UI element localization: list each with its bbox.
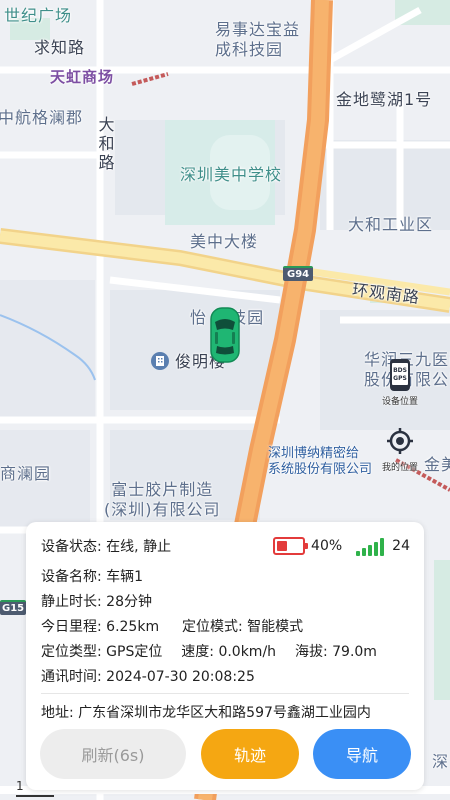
map-label-tianhong: 天虹商场 [50, 68, 115, 86]
address-label: 地址: [41, 705, 74, 721]
map-label-bona: 深圳博纳精密给 系统股份有限公司 [268, 446, 373, 478]
address-row: 地址: 广东省深圳市龙华区大和路597号鑫湖工业园内 [41, 704, 371, 722]
device-location-label: 设备位置 [381, 397, 418, 407]
signal-icon [356, 536, 386, 556]
device-name-row: 设备名称: 车辆1 [41, 568, 143, 586]
still-duration-row: 静止时长: 28分钟 [41, 593, 152, 611]
panel-divider [41, 693, 409, 694]
mileage-label: 今日里程: [41, 619, 102, 635]
altitude-value: 79.0m [332, 644, 377, 660]
device-gps-icon: BDS GPS [383, 358, 417, 392]
map-label-yishida: 易事达宝益 成科技园 [215, 20, 301, 59]
device-name-label: 设备名称: [41, 569, 102, 585]
map-label-fushi: 富士胶片制造 (深圳)有限公司 [104, 480, 221, 519]
comm-time-row: 通讯时间: 2024-07-30 20:08:25 [41, 668, 255, 686]
still-duration-value: 28分钟 [106, 594, 152, 610]
g94-shield: G94 [283, 266, 314, 281]
device-status-label: 设备状态: [41, 539, 102, 555]
location-type-label: 定位类型: [41, 644, 102, 660]
navigation-button[interactable]: 导航 [313, 729, 411, 779]
battery-percent: 40% [311, 538, 343, 554]
location-mode-value: 智能模式 [247, 619, 304, 635]
device-status-value: 在线, 静止 [106, 539, 172, 555]
location-type-row: 定位类型: GPS定位 速度: 0.0km/h 海拔: 79.0m [41, 643, 377, 661]
device-name-value: 车辆1 [106, 569, 144, 585]
device-location-button[interactable]: BDS GPS 设备位置 [377, 358, 423, 407]
comm-time-label: 通讯时间: [41, 669, 102, 685]
track-button[interactable]: 轨迹 [201, 729, 299, 779]
map-label-jindi: 金地鹭湖1号 [336, 90, 433, 109]
speed-label: 速度: [181, 644, 214, 660]
location-mode-label: 定位模式: [182, 619, 243, 635]
signal-value: 24 [392, 538, 410, 554]
map-label-dahe-road: 大和路 [98, 115, 116, 173]
mileage-value: 6.25km [106, 619, 160, 635]
building-poi-icon [151, 352, 169, 370]
still-duration-label: 静止时长: [41, 594, 102, 610]
map-label-shiji-guangchang: 世纪广场 [4, 6, 73, 25]
altitude-label: 海拔: [294, 644, 328, 660]
comm-time-value: 2024-07-30 20:08:25 [106, 669, 255, 685]
map-label-jinmei: 金美 [424, 455, 450, 474]
my-location-label: 我的位置 [381, 463, 418, 473]
g15-shield: G15 [0, 600, 27, 615]
map-label-zhonghang: 中航格澜郡 [0, 108, 84, 127]
map-label-dahe-industrial: 大和工业区 [348, 215, 434, 234]
svg-text:BDS: BDS [393, 367, 407, 374]
map-scale-bar [16, 795, 54, 797]
map-label-meizhong-building: 美中大楼 [190, 232, 259, 251]
location-type-value: GPS定位 [106, 644, 163, 660]
mileage-row: 今日里程: 6.25km 定位模式: 智能模式 [41, 618, 303, 636]
speed-value: 0.0km/h [218, 644, 277, 660]
refresh-button[interactable]: 刷新(6s) [40, 729, 186, 779]
map-label-qiuzhi-road: 求知路 [34, 38, 86, 57]
map-label-meizhong-school: 深圳美中学校 [180, 165, 283, 184]
device-info-panel: 设备状态: 在线, 静止 40% 24 设备名称: 车辆1 静止时长: 28分钟… [26, 522, 424, 790]
crosshair-icon [383, 424, 417, 458]
device-status-row: 设备状态: 在线, 静止 [41, 538, 171, 556]
map-label-shanglan: 商澜园 [0, 464, 52, 483]
my-location-button[interactable]: 我的位置 [377, 424, 423, 473]
map-label-shen: 深 [432, 752, 450, 771]
map-scale-label: 1 [16, 779, 24, 793]
address-value: 广东省深圳市龙华区大和路597号鑫湖工业园内 [78, 705, 371, 721]
svg-text:GPS: GPS [393, 375, 407, 382]
battery-icon [273, 537, 309, 555]
car-icon[interactable] [209, 306, 241, 364]
status-indicators: 40% 24 [273, 536, 410, 556]
